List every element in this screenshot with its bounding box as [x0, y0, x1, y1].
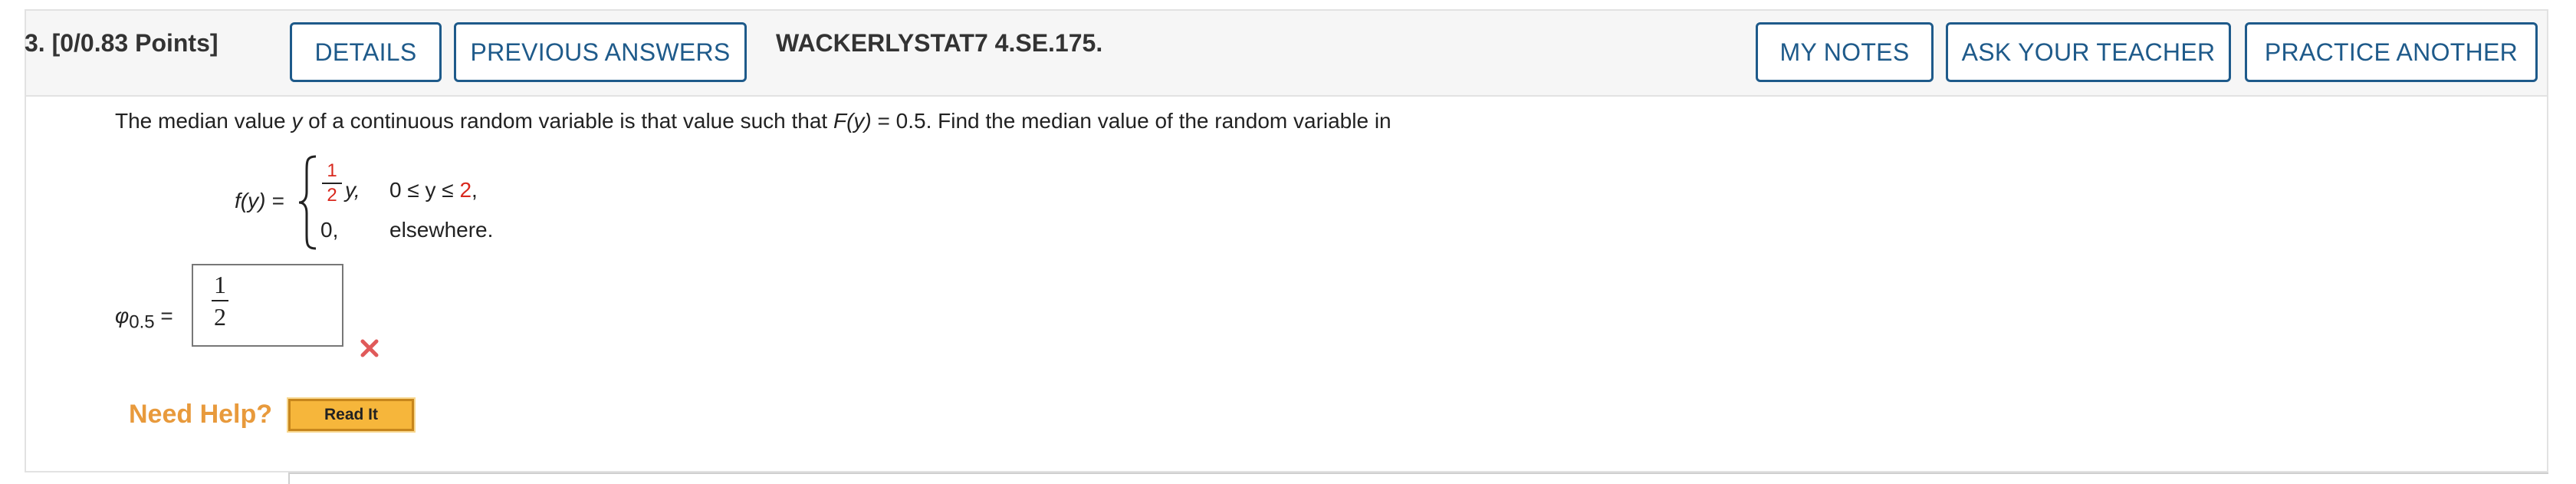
prompt-text-1: The median value	[115, 109, 292, 133]
case1-expression: y,	[345, 178, 360, 202]
median-label: φ0.5 =	[115, 302, 173, 337]
question-prompt: The median value y of a continuous rando…	[115, 106, 1392, 137]
practice-another-button[interactable]: PRACTICE ANOTHER	[2245, 22, 2538, 82]
read-it-button[interactable]: Read It	[287, 397, 416, 433]
phi-symbol: φ	[115, 304, 130, 328]
answer-value: 1 2	[212, 270, 228, 331]
case1-fraction: 1 2	[319, 161, 345, 206]
equals-sign: =	[160, 304, 173, 328]
next-section-border	[288, 472, 2548, 484]
case1-condition-suffix: ,	[472, 178, 478, 202]
case2-expression: 0,	[320, 218, 339, 242]
case1-condition-prefix: 0 ≤ y ≤	[389, 178, 460, 202]
left-brace-icon	[298, 155, 317, 250]
answer-denominator: 2	[214, 303, 226, 331]
previous-answers-button[interactable]: PREVIOUS ANSWERS	[454, 22, 747, 82]
answer-fraction-bar	[212, 300, 228, 301]
details-button[interactable]: DETAILS	[290, 22, 442, 82]
my-notes-button[interactable]: MY NOTES	[1756, 22, 1934, 82]
incorrect-x-icon	[360, 339, 379, 357]
fraction-denominator: 2	[327, 185, 337, 206]
prompt-text-2: of a continuous random variable is that …	[302, 109, 833, 133]
case1-condition: 0 ≤ y ≤ 2,	[389, 176, 478, 204]
case2-condition: elsewhere.	[389, 218, 494, 242]
assignment-id: WACKERLYSTAT7 4.SE.175.	[776, 29, 1103, 57]
ask-your-teacher-button[interactable]: ASK YOUR TEACHER	[1946, 22, 2231, 82]
case1-condition-value: 2	[459, 178, 472, 202]
question-number-points: 3. [0/0.83 Points]	[25, 29, 219, 57]
prompt-text-3: = 0.5. Find the median value of the rand…	[871, 109, 1392, 133]
fraction-numerator: 1	[327, 160, 337, 181]
phi-subscript: 0.5	[129, 311, 155, 333]
pdf-label: f(y) =	[235, 189, 284, 212]
prompt-F-of-y: F(y)	[833, 109, 872, 133]
need-help-label: Need Help?	[129, 400, 273, 429]
prompt-var-y: y	[291, 109, 303, 133]
fraction-bar	[322, 183, 342, 184]
answer-numerator: 1	[214, 271, 226, 298]
